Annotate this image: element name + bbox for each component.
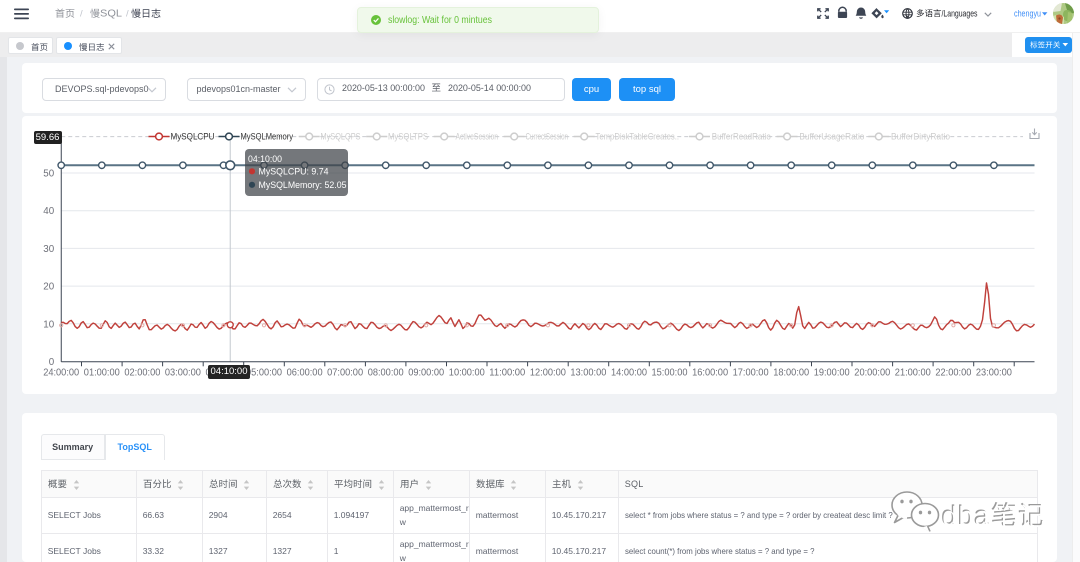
svg-text:07:00:00: 07:00:00 (327, 368, 364, 379)
svg-text:09:00:00: 09:00:00 (408, 368, 445, 379)
svg-text:MySQLTPS: MySQLTPS (388, 132, 428, 142)
svg-text:10:00:00: 10:00:00 (448, 368, 485, 379)
svg-text:MySQLMemory: MySQLMemory (240, 132, 293, 142)
svg-text:MySQLCPU: MySQLCPU (170, 132, 214, 142)
svg-text:30: 30 (43, 244, 54, 255)
svg-text:01:00:00: 01:00:00 (83, 368, 120, 379)
svg-text:05:00:00: 05:00:00 (246, 368, 283, 379)
svg-text:BufferDirtyRatio: BufferDirtyRatio (891, 132, 950, 142)
svg-text:15:00:00: 15:00:00 (651, 368, 688, 379)
svg-text:chengyu: chengyu (1014, 9, 1041, 20)
svg-text:23:00:00: 23:00:00 (975, 368, 1012, 379)
svg-text:/: / (126, 9, 129, 20)
svg-text:22:00:00: 22:00:00 (935, 368, 972, 379)
svg-text:20:00:00: 20:00:00 (854, 368, 891, 379)
svg-text:17:00:00: 17:00:00 (732, 368, 769, 379)
svg-text:02:00:00: 02:00:00 (124, 368, 161, 379)
svg-text:19:00:00: 19:00:00 (813, 368, 850, 379)
svg-text:TempDiskTableCreates..: TempDiskTableCreates.. (595, 132, 679, 142)
svg-text:03:00:00: 03:00:00 (164, 368, 201, 379)
svg-text:BufferUsageRatio: BufferUsageRatio (799, 132, 864, 142)
svg-text:20: 20 (43, 282, 54, 293)
svg-text:18:00:00: 18:00:00 (773, 368, 810, 379)
svg-text:/Languages: /Languages (941, 8, 977, 18)
svg-text:MySQLMemory: 52.05: MySQLMemory: 52.05 (259, 180, 347, 190)
svg-text:CurrectSession: CurrectSession (525, 132, 568, 142)
svg-text:slowlog: Wait for 0 mintues: slowlog: Wait for 0 mintues (388, 15, 492, 26)
svg-text:06:00:00: 06:00:00 (286, 368, 323, 379)
svg-text:0: 0 (48, 357, 54, 368)
svg-text:24:00:00: 24:00:00 (43, 368, 80, 379)
svg-text:MySQLCPU: 9.74: MySQLCPU: 9.74 (259, 167, 329, 177)
svg-text:04:10:00: 04:10:00 (248, 154, 282, 164)
svg-text:SQL: SQL (100, 9, 123, 20)
svg-text:14:00:00: 14:00:00 (611, 368, 648, 379)
svg-text:/: / (80, 9, 83, 20)
svg-text:21:00:00: 21:00:00 (894, 368, 931, 379)
svg-text:16:00:00: 16:00:00 (692, 368, 729, 379)
svg-text:12:00:00: 12:00:00 (529, 368, 566, 379)
svg-text:ActiveSession: ActiveSession (455, 132, 498, 142)
svg-text:10: 10 (43, 319, 54, 330)
svg-text:50: 50 (43, 169, 54, 180)
svg-text:BufferReadRatio: BufferReadRatio (711, 132, 770, 142)
svg-text:2020-05-14 00:00:00: 2020-05-14 00:00:00 (448, 83, 531, 94)
svg-text:13:00:00: 13:00:00 (570, 368, 607, 379)
svg-text:08:00:00: 08:00:00 (367, 368, 404, 379)
svg-text:2020-05-13 00:00:00: 2020-05-13 00:00:00 (342, 83, 425, 94)
svg-text:MySQLQPS: MySQLQPS (320, 132, 360, 142)
svg-text:40: 40 (43, 206, 54, 217)
svg-text:11:00:00: 11:00:00 (489, 368, 526, 379)
